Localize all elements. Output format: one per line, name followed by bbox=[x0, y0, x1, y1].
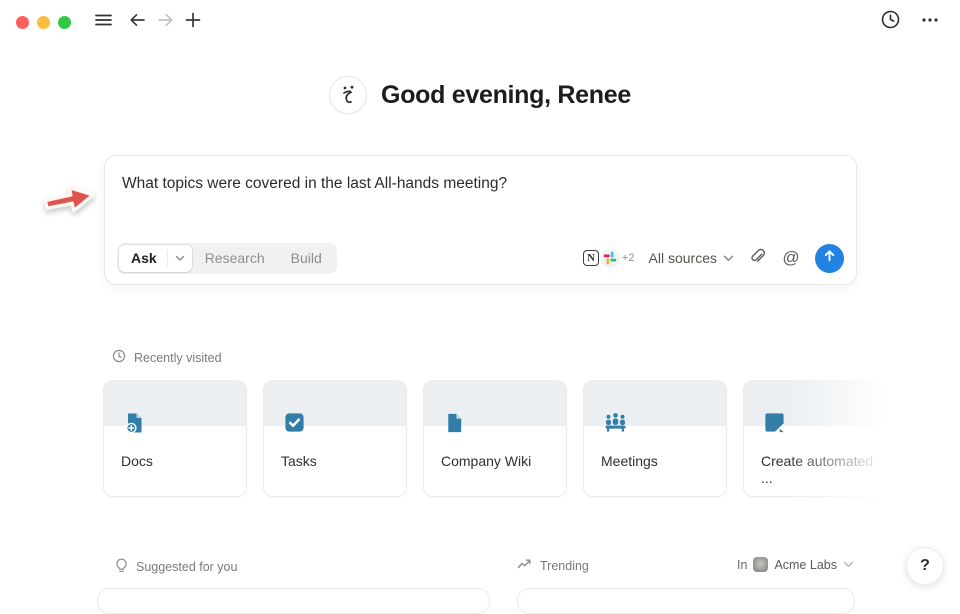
workspace-scope-dropdown[interactable]: In Acme Labs bbox=[737, 557, 854, 572]
task-check-icon bbox=[283, 411, 306, 439]
prompt-toolbar: Ask Research Build N bbox=[117, 242, 844, 274]
recently-visited-cards: Docs Tasks Company Wiki bbox=[103, 380, 887, 497]
recently-visited-header: Recently visited bbox=[112, 349, 222, 366]
send-button[interactable] bbox=[815, 244, 844, 273]
more-options-button[interactable] bbox=[916, 8, 944, 36]
arrow-right-icon bbox=[156, 11, 175, 34]
mention-button[interactable]: @ bbox=[778, 245, 804, 271]
help-button[interactable]: ? bbox=[906, 547, 944, 585]
recently-visited-label: Recently visited bbox=[134, 351, 222, 365]
card-label: Create automated ... bbox=[761, 453, 876, 487]
wiki-doc-icon bbox=[443, 411, 466, 440]
plus-icon bbox=[184, 11, 202, 34]
attach-file-button[interactable] bbox=[743, 245, 769, 271]
trending-label: Trending bbox=[540, 559, 589, 573]
minimize-window-button[interactable] bbox=[37, 16, 50, 29]
slack-source-icon bbox=[601, 249, 620, 268]
card-docs[interactable]: Docs bbox=[103, 380, 247, 497]
card-label: Company Wiki bbox=[441, 453, 556, 470]
card-label: Meetings bbox=[601, 453, 716, 470]
hamburger-icon bbox=[94, 11, 113, 34]
mode-research[interactable]: Research bbox=[192, 250, 278, 266]
lightbulb-icon bbox=[115, 558, 128, 576]
template-icon bbox=[763, 411, 786, 439]
doc-plus-icon bbox=[123, 411, 147, 440]
notion-ai-face-icon bbox=[329, 76, 367, 114]
source-chips[interactable]: N +2 bbox=[583, 249, 635, 268]
trending-card-peek[interactable] bbox=[517, 588, 855, 614]
forward-button[interactable] bbox=[151, 8, 179, 36]
titlebar bbox=[0, 0, 960, 44]
workspace-name: Acme Labs bbox=[774, 558, 837, 572]
all-sources-dropdown[interactable]: All sources bbox=[649, 250, 734, 266]
card-create-automated[interactable]: Create automated ... bbox=[743, 380, 887, 497]
extra-sources-count: +2 bbox=[622, 252, 635, 264]
prompt-card[interactable]: What topics were covered in the last All… bbox=[104, 155, 857, 285]
history-button[interactable] bbox=[876, 8, 904, 36]
sidebar-menu-button[interactable] bbox=[89, 8, 117, 36]
workspace-avatar bbox=[753, 557, 768, 572]
arrow-left-icon bbox=[128, 11, 147, 34]
meeting-people-icon bbox=[603, 411, 628, 438]
ellipsis-icon bbox=[920, 11, 940, 34]
chevron-down-icon bbox=[723, 255, 734, 262]
clock-icon bbox=[112, 349, 126, 366]
card-tasks[interactable]: Tasks bbox=[263, 380, 407, 497]
all-sources-label: All sources bbox=[649, 250, 717, 266]
prompt-input[interactable]: What topics were covered in the last All… bbox=[122, 173, 839, 194]
new-tab-button[interactable] bbox=[179, 8, 207, 36]
arrow-up-icon bbox=[822, 248, 837, 268]
mode-ask[interactable]: Ask bbox=[119, 245, 192, 272]
greeting-title: Good evening, Renee bbox=[381, 81, 631, 110]
suggested-card-peek[interactable] bbox=[97, 588, 490, 614]
suggested-label: Suggested for you bbox=[136, 560, 237, 574]
mode-switch: Ask Research Build bbox=[117, 243, 337, 274]
card-company-wiki[interactable]: Company Wiki bbox=[423, 380, 567, 497]
chevron-down-icon bbox=[843, 561, 854, 568]
scope-prefix: In bbox=[737, 558, 747, 572]
at-sign-icon: @ bbox=[782, 248, 799, 268]
close-window-button[interactable] bbox=[16, 16, 29, 29]
card-label: Tasks bbox=[281, 453, 396, 470]
ask-dropdown-button[interactable] bbox=[168, 255, 192, 262]
mode-ask-label: Ask bbox=[119, 250, 167, 266]
mode-build[interactable]: Build bbox=[278, 250, 335, 266]
chevron-down-icon bbox=[175, 255, 185, 262]
card-label: Docs bbox=[121, 453, 236, 470]
zoom-window-button[interactable] bbox=[58, 16, 71, 29]
window-controls bbox=[16, 16, 71, 29]
paperclip-icon bbox=[747, 246, 766, 270]
greeting-row: Good evening, Renee bbox=[0, 76, 960, 114]
card-meetings[interactable]: Meetings bbox=[583, 380, 727, 497]
annotation-arrow-icon bbox=[39, 178, 103, 228]
trending-header: Trending bbox=[517, 558, 589, 573]
suggested-header: Suggested for you bbox=[115, 558, 237, 576]
back-button[interactable] bbox=[123, 8, 151, 36]
trending-icon bbox=[517, 558, 532, 573]
notion-source-icon: N bbox=[583, 250, 599, 266]
clock-icon bbox=[880, 9, 901, 35]
